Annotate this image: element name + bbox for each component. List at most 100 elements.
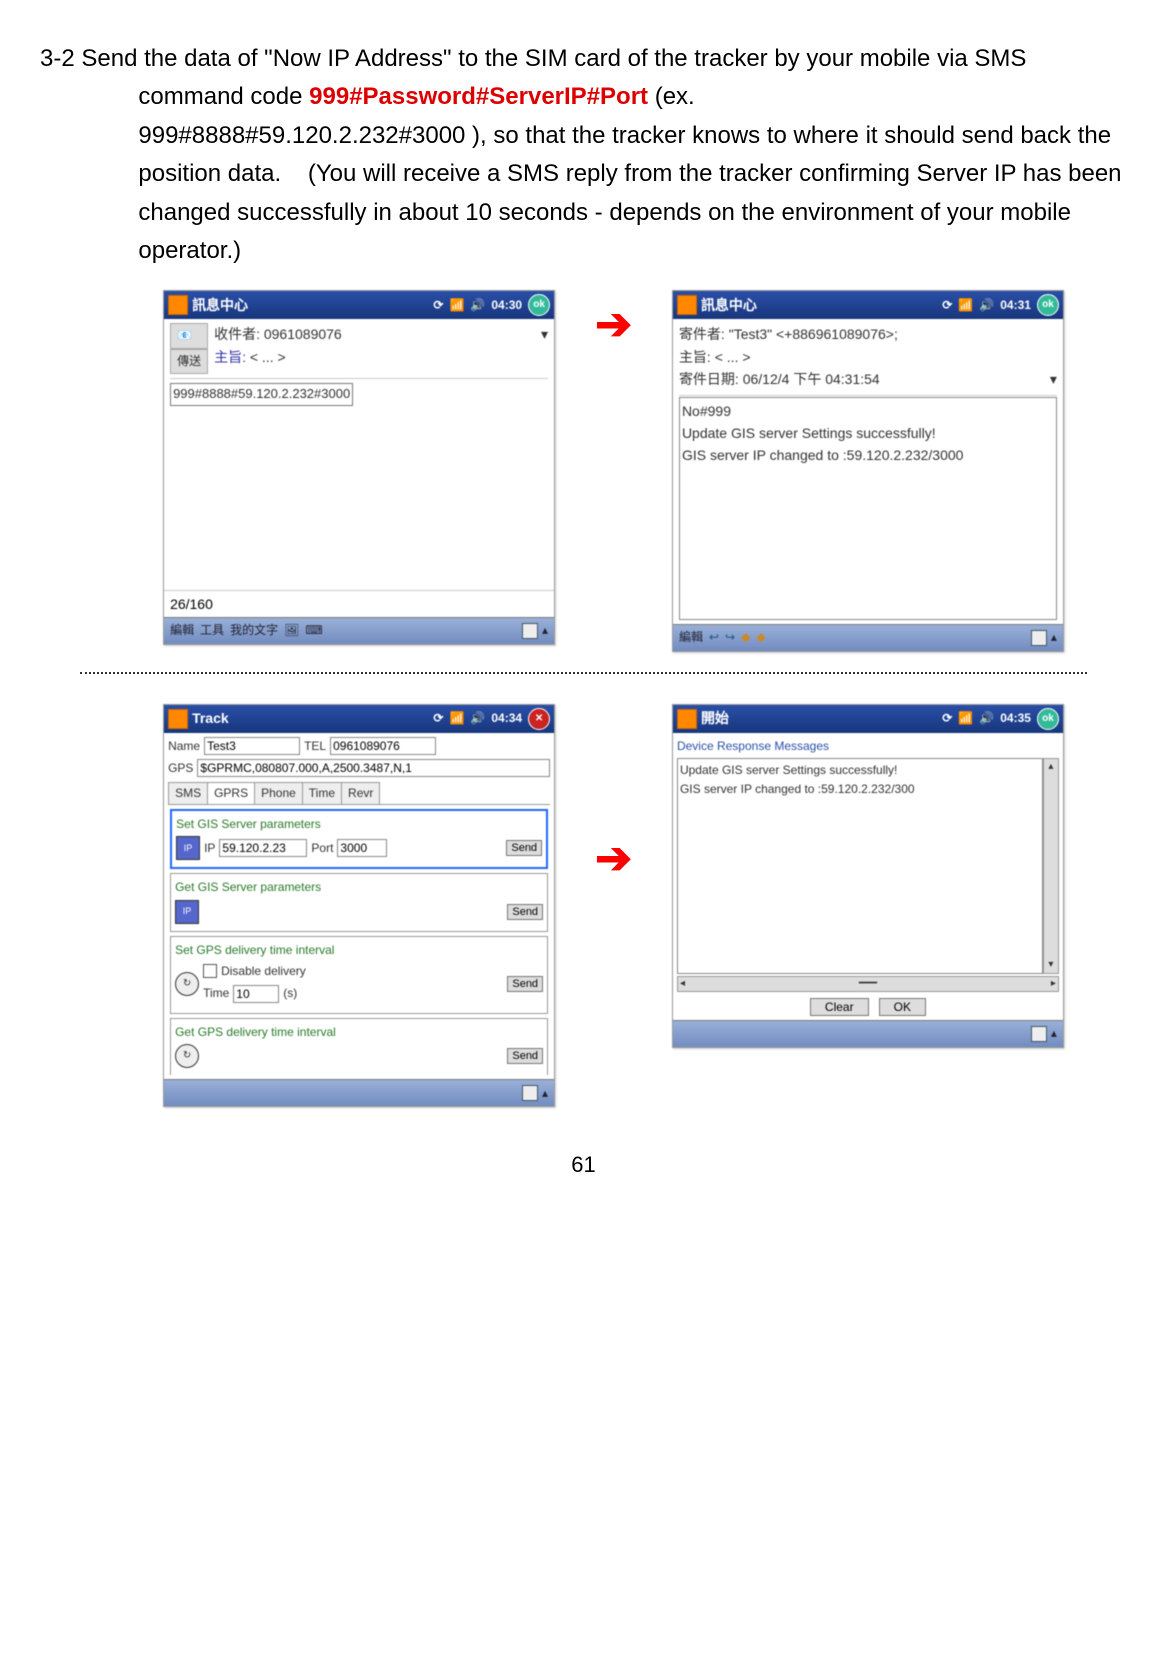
- signal-icon: [449, 296, 464, 315]
- subject-value[interactable]: < ... >: [250, 349, 286, 365]
- sip-up[interactable]: ▴: [542, 621, 548, 640]
- disable-delivery-checkbox[interactable]: [203, 964, 217, 978]
- signal-icon: [958, 296, 973, 315]
- disable-delivery-label: Disable delivery: [221, 962, 306, 981]
- time-unit: (s): [283, 984, 297, 1003]
- sms-body-input[interactable]: 999#8888#59.120.2.232#3000: [170, 383, 353, 406]
- horizontal-scrollbar[interactable]: ◂━━━▸: [677, 976, 1059, 992]
- subject-label: 主旨:: [214, 349, 246, 365]
- ok-button[interactable]: ok: [528, 294, 550, 316]
- section-title: Set GIS Server parameters: [176, 815, 542, 834]
- response-line-2: GIS server IP changed to :59.120.2.232/3…: [680, 780, 1040, 799]
- from-icon: 📧: [170, 323, 208, 348]
- up-icon[interactable]: ◆: [741, 628, 750, 647]
- titlebar: Track 04:34 ✕: [164, 705, 554, 733]
- sip-icon[interactable]: [1031, 1026, 1047, 1042]
- tabs: SMS GPRS Phone Time Revr: [168, 782, 550, 805]
- menu-mytext[interactable]: 我的文字: [230, 621, 278, 640]
- name-label: Name: [168, 737, 200, 756]
- keyboard-toggle[interactable]: ⌨: [305, 621, 322, 640]
- tab-phone[interactable]: Phone: [254, 782, 303, 804]
- bottombar: ▴: [673, 1020, 1063, 1047]
- ok-button[interactable]: ok: [1037, 294, 1059, 316]
- gps-input[interactable]: [197, 759, 550, 777]
- send-button[interactable]: Send: [506, 840, 542, 856]
- forward-icon[interactable]: ↪: [725, 628, 735, 647]
- sip-up[interactable]: ▴: [1051, 628, 1057, 647]
- sip-icon[interactable]: [1031, 630, 1047, 646]
- sender-value: "Test3" <+886961089076>;: [729, 326, 898, 342]
- ok-dialog-button[interactable]: OK: [879, 998, 926, 1016]
- window-title: 開始: [701, 707, 938, 729]
- name-input[interactable]: [204, 737, 300, 755]
- subject-label: 主旨:: [679, 349, 711, 365]
- app-icon: [168, 709, 188, 729]
- signal-icon: [958, 709, 973, 728]
- page-number: 61: [40, 1147, 1127, 1182]
- menu-edit[interactable]: 編輯: [679, 628, 703, 647]
- vertical-scrollbar[interactable]: ▴▾: [1043, 758, 1059, 974]
- tab-revr[interactable]: Revr: [341, 782, 380, 804]
- sms-command-code: 999#Password#ServerIP#Port: [309, 83, 648, 110]
- sip-icon[interactable]: [522, 623, 538, 639]
- titlebar: 訊息中心 04:30 ok: [164, 291, 554, 319]
- sip-icon[interactable]: [522, 1085, 538, 1101]
- subject-value: < ... >: [715, 349, 751, 365]
- sync-icon: [433, 296, 443, 315]
- attach-icon[interactable]: 🖼: [284, 621, 299, 640]
- sync-icon: [942, 296, 952, 315]
- menu-tools[interactable]: 工具: [200, 621, 224, 640]
- para1-after: (ex.: [648, 83, 695, 110]
- ip-input[interactable]: [219, 839, 307, 857]
- msg-line-1: No#999: [682, 400, 1054, 422]
- down-icon[interactable]: ◆: [756, 628, 765, 647]
- tab-sms[interactable]: SMS: [168, 782, 208, 804]
- menu-edit[interactable]: 編輯: [170, 621, 194, 640]
- tel-label: TEL: [304, 737, 326, 756]
- clock-icon: ↻: [175, 972, 199, 996]
- time-input[interactable]: [233, 985, 279, 1003]
- send-tab[interactable]: 傳送: [170, 349, 208, 374]
- arrow-icon: ➔: [595, 824, 632, 894]
- section-set-delivery: Set GPS delivery time interval ↻ Disable…: [170, 936, 548, 1015]
- titlebar: 訊息中心 04:31 ok: [673, 291, 1063, 319]
- sip-up[interactable]: ▴: [1051, 1024, 1057, 1043]
- bottombar: 編輯 工具 我的文字 🖼 ⌨ ▴: [164, 617, 554, 644]
- app-icon: [677, 709, 697, 729]
- recipient-label: 收件者:: [214, 326, 260, 342]
- send-button[interactable]: Send: [507, 904, 543, 920]
- response-list[interactable]: Update GIS server Settings successfully!…: [677, 758, 1043, 974]
- response-line-1: Update GIS server Settings successfully!: [680, 761, 1040, 780]
- close-button[interactable]: ✕: [528, 708, 550, 730]
- recipient-value[interactable]: 0961089076: [264, 326, 342, 342]
- phone-device-response: 開始 04:35 ok Device Response Messages Upd…: [672, 704, 1064, 1048]
- section-get-gis: Get GIS Server parameters IP Send: [170, 873, 548, 931]
- speaker-icon: [470, 709, 485, 728]
- app-icon: [168, 295, 188, 315]
- date-value: 06/12/4 下午 04:31:54: [743, 371, 880, 387]
- msg-line-2: Update GIS server Settings successfully!: [682, 422, 1054, 444]
- tel-input[interactable]: [330, 737, 436, 755]
- clear-button[interactable]: Clear: [810, 998, 869, 1016]
- sender-label: 寄件者:: [679, 326, 725, 342]
- sync-icon: [942, 709, 952, 728]
- send-button[interactable]: Send: [507, 1048, 543, 1064]
- dropdown-icon[interactable]: ▾: [1050, 368, 1057, 390]
- tab-gprs[interactable]: GPRS: [207, 782, 255, 804]
- screenshots-row-2: Track 04:34 ✕ Name TEL GPS SMS: [100, 704, 1127, 1108]
- dropdown-icon[interactable]: ▾: [541, 323, 548, 373]
- sip-up[interactable]: ▴: [542, 1084, 548, 1103]
- ok-button[interactable]: ok: [1037, 708, 1059, 730]
- separator: [80, 672, 1087, 674]
- port-input[interactable]: [337, 839, 387, 857]
- phone-received-sms: 訊息中心 04:31 ok 寄件者: "Test3" <+88696108907…: [672, 290, 1064, 651]
- section-title: Get GIS Server parameters: [175, 878, 543, 897]
- reply-icon[interactable]: ↩: [709, 628, 719, 647]
- tab-time[interactable]: Time: [302, 782, 342, 804]
- signal-icon: [449, 709, 464, 728]
- screenshots-row-1: 訊息中心 04:30 ok 📧 傳送 收件者: 0961089076 主旨: <…: [100, 290, 1127, 651]
- section-get-delivery: Get GPS delivery time interval ↻ Send: [170, 1018, 548, 1075]
- send-button[interactable]: Send: [507, 976, 543, 992]
- step-number: 3-2: [40, 45, 75, 72]
- arrow-icon: ➔: [595, 290, 632, 360]
